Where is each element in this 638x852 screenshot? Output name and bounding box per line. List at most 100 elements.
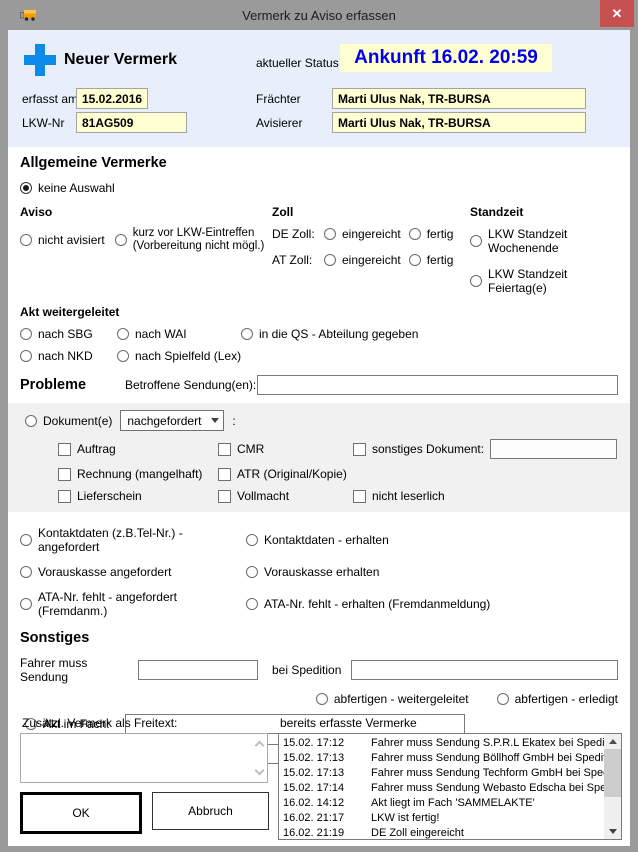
cancel-button[interactable]: Abbruch xyxy=(152,792,269,830)
scrollbar[interactable] xyxy=(604,734,621,839)
radio-ata-erhalten[interactable]: ATA-Nr. fehlt - erhalten (Fremdanmeldung… xyxy=(246,597,490,611)
scroll-up-icon[interactable] xyxy=(604,734,621,749)
checkbox-lieferschein[interactable]: Lieferschein xyxy=(58,489,218,503)
list-item[interactable]: 15.02. 17:13 Fahrer muss Sendung Techfor… xyxy=(279,765,604,780)
radio-label: Dokument(e) xyxy=(43,414,112,428)
betroffene-sendung-input[interactable] xyxy=(257,375,618,395)
radio-circle xyxy=(316,693,328,705)
dialog-window: Vermerk zu Aviso erfassen ✕ Neuer Vermer… xyxy=(0,0,638,852)
radio-nach-sbg[interactable]: nach SBG xyxy=(20,327,117,341)
freitext-textarea[interactable] xyxy=(21,734,267,782)
radio-qs-abteilung[interactable]: in die QS - Abteilung gegeben xyxy=(241,327,418,341)
standzeit-heading: Standzeit xyxy=(470,205,618,219)
vermerk-text: Fahrer muss Sendung Techform GmbH bei Sp… xyxy=(371,767,604,779)
checkbox-label: Lieferschein xyxy=(77,489,142,503)
lkw-nr-field[interactable]: 81AG509 xyxy=(76,112,187,133)
freitext-area xyxy=(20,733,268,783)
checkbox-cmr[interactable]: CMR xyxy=(218,442,353,456)
scrollbar-thumb[interactable] xyxy=(604,749,621,797)
checkbox-box xyxy=(58,443,71,456)
radio-at-zoll-eingereicht[interactable]: eingereicht xyxy=(324,253,401,267)
radio-circle xyxy=(25,415,37,427)
radio-keine-auswahl[interactable]: keine Auswahl xyxy=(20,181,115,195)
radio-abfertigen-erledigt[interactable]: abfertigen - erledigt xyxy=(497,692,618,706)
list-item[interactable]: 15.02. 17:14 Fahrer muss Sendung Webasto… xyxy=(279,780,604,795)
sonstiges-dokument-input[interactable] xyxy=(490,439,617,459)
checkbox-box xyxy=(353,443,366,456)
header: Neuer Vermerk aktueller Status Ankunft 1… xyxy=(8,30,630,147)
ok-button[interactable]: OK xyxy=(20,792,142,834)
radio-nach-nkd[interactable]: nach NKD xyxy=(20,349,117,363)
radio-circle xyxy=(470,235,482,247)
checkbox-label: Vollmacht xyxy=(237,489,289,503)
radio-standzeit-feiertag[interactable]: LKW Standzeit Feiertag(e) xyxy=(470,267,618,295)
checkbox-rechnung[interactable]: Rechnung (mangelhaft) xyxy=(58,467,218,481)
bei-spedition-input[interactable] xyxy=(351,660,618,680)
erfasst-am-label: erfasst am xyxy=(22,92,78,106)
fraechter-field[interactable]: Marti Ulus Nak, TR-BURSA xyxy=(332,88,586,109)
list-item[interactable]: 15.02. 17:12 Fahrer muss Sendung S.P.R.L… xyxy=(279,735,604,750)
radio-standzeit-wochenende[interactable]: LKW Standzeit Wochenende xyxy=(470,227,618,255)
radio-de-zoll-eingereicht[interactable]: eingereicht xyxy=(324,227,401,241)
dokument-status-dropdown[interactable]: nachgefordert xyxy=(120,410,224,431)
radio-at-zoll-fertig[interactable]: fertig xyxy=(409,253,454,267)
radio-circle xyxy=(409,228,421,240)
radio-abfertigen-weitergeleitet[interactable]: abfertigen - weitergeleitet xyxy=(316,692,469,706)
radio-kontaktdaten-erhalten[interactable]: Kontaktdaten - erhalten xyxy=(246,533,389,547)
freitext-label: Zusätzl. Vermerk als Freitext: xyxy=(22,716,177,730)
status-label: aktueller Status xyxy=(256,56,339,70)
section-allgemeine-vermerke: Allgemeine Vermerke xyxy=(20,155,618,171)
list-item[interactable]: 16.02. 21:17 LKW ist fertig! xyxy=(279,810,604,825)
checkbox-label: sonstiges Dokument: xyxy=(372,442,484,456)
list-item[interactable]: 16.02. 14:12 Akt liegt im Fach 'SAMMELAK… xyxy=(279,795,604,810)
checkbox-nicht-leserlich[interactable]: nicht leserlich xyxy=(353,489,445,503)
checkbox-vollmacht[interactable]: Vollmacht xyxy=(218,489,353,503)
radio-label: in die QS - Abteilung gegeben xyxy=(259,327,418,341)
page-title: Neuer Vermerk xyxy=(64,51,177,69)
aviso-heading: Aviso xyxy=(20,205,272,219)
checkbox-sonstiges-dokument[interactable]: sonstiges Dokument: xyxy=(353,442,484,456)
checkbox-auftrag[interactable]: Auftrag xyxy=(58,442,218,456)
radio-ata-angefordert[interactable]: ATA-Nr. fehlt - angefordert (Fremdanm.) xyxy=(20,590,246,618)
radio-circle xyxy=(117,328,129,340)
radio-circle xyxy=(241,328,253,340)
checkbox-label: CMR xyxy=(237,442,264,456)
radio-label: keine Auswahl xyxy=(38,181,115,195)
scroll-down-icon[interactable] xyxy=(604,824,621,839)
checkbox-atr[interactable]: ATR (Original/Kopie) xyxy=(218,467,347,481)
radio-vorauskasse-angefordert[interactable]: Vorauskasse angefordert xyxy=(20,565,246,579)
list-item[interactable]: 15.02. 17:13 Fahrer muss Sendung Böllhof… xyxy=(279,750,604,765)
radio-vorauskasse-erhalten[interactable]: Vorauskasse erhalten xyxy=(246,565,379,579)
radio-de-zoll-fertig[interactable]: fertig xyxy=(409,227,454,241)
lkw-nr-label: LKW-Nr xyxy=(22,116,64,130)
bei-spedition-label: bei Spedition xyxy=(272,663,341,677)
checkbox-label: ATR (Original/Kopie) xyxy=(237,467,347,481)
radio-nicht-avisiert[interactable]: nicht avisiert xyxy=(20,233,105,247)
checkbox-box xyxy=(218,443,231,456)
radio-nach-spielfeld[interactable]: nach Spielfeld (Lex) xyxy=(117,349,241,363)
radio-dokumente[interactable]: Dokument(e) xyxy=(25,414,112,428)
akt-weitergeleitet-heading: Akt weitergeleitet xyxy=(20,305,618,319)
avisierer-field[interactable]: Marti Ulus Nak, TR-BURSA xyxy=(332,112,586,133)
radio-circle xyxy=(20,182,32,194)
close-icon: ✕ xyxy=(612,6,623,22)
radio-circle xyxy=(324,254,336,266)
radio-kontaktdaten-angefordert[interactable]: Kontaktdaten (z.B.Tel-Nr.) - angefordert xyxy=(20,526,246,554)
radio-label: fertig xyxy=(427,253,454,267)
truck-icon xyxy=(20,8,38,22)
radio-label: eingereicht xyxy=(342,227,401,241)
fahrer-muss-sendung-label: Fahrer muss Sendung xyxy=(20,656,138,684)
vermerk-text: Akt liegt im Fach 'SAMMELAKTE' xyxy=(371,797,604,809)
vermerk-time: 16.02. 21:17 xyxy=(279,812,371,824)
radio-circle xyxy=(246,566,258,578)
radio-kurz-vor-lkw-eintreffen[interactable]: kurz vor LKW-Eintreffen (Vorbereitung ni… xyxy=(115,227,265,253)
close-button[interactable]: ✕ xyxy=(600,0,634,27)
list-item[interactable]: 16.02. 21:19 DE Zoll eingereicht xyxy=(279,825,604,840)
fahrer-sendung-input[interactable] xyxy=(138,660,258,680)
betroffene-sendung-label: Betroffene Sendung(en): xyxy=(125,378,257,392)
erfasst-am-field[interactable]: 15.02.2016 xyxy=(76,88,148,109)
radio-circle xyxy=(324,228,336,240)
radio-label: nach Spielfeld (Lex) xyxy=(135,349,241,363)
radio-nach-wai[interactable]: nach WAI xyxy=(117,327,241,341)
window-title: Vermerk zu Aviso erfassen xyxy=(0,8,638,23)
